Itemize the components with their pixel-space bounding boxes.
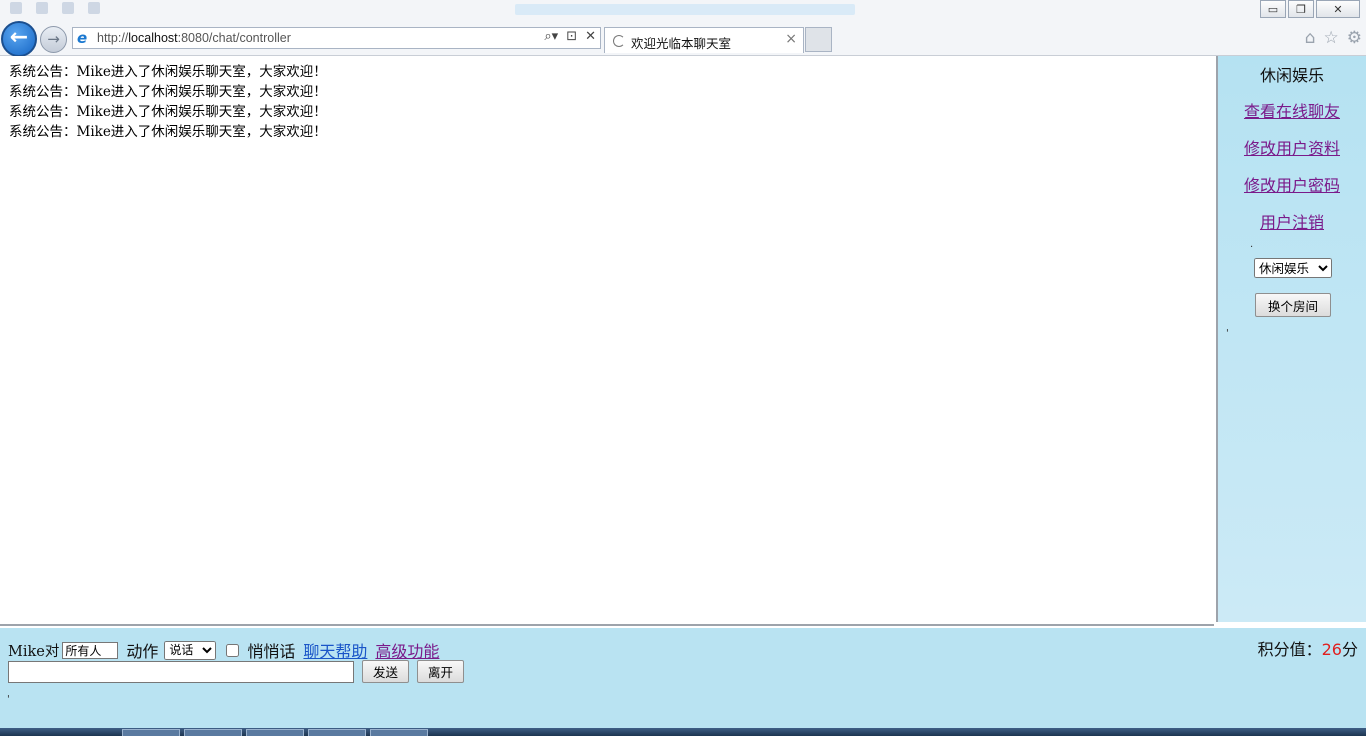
favorites-star-icon[interactable]: ☆ xyxy=(1324,28,1339,48)
taskbar-item[interactable] xyxy=(370,729,428,736)
taskbar xyxy=(0,728,1366,736)
close-window-button[interactable]: ✕ xyxy=(1316,0,1360,18)
change-password-link[interactable]: 修改用户密码 xyxy=(1218,172,1366,196)
window-controls: ▭ ❐ ✕ xyxy=(1258,0,1360,18)
redo-icon xyxy=(88,2,100,14)
leave-button[interactable]: 离开 xyxy=(417,660,465,683)
edit-profile-link[interactable]: 修改用户资料 xyxy=(1218,135,1366,159)
whisper-label: 悄悄话 xyxy=(247,642,296,661)
message-line: 系统公告：Mike进入了休闲娱乐聊天室，大家欢迎！ xyxy=(9,124,327,140)
minimize-button[interactable]: ▭ xyxy=(1260,0,1286,18)
message-list: 系统公告：Mike进入了休闲娱乐聊天室，大家欢迎！ 系统公告：Mike进入了休闲… xyxy=(0,56,1214,142)
score-unit: 分 xyxy=(1341,640,1358,659)
title-bar xyxy=(0,0,1366,20)
divider-dot: ' xyxy=(7,694,10,705)
score-display: 积分值：26分 xyxy=(1258,636,1358,660)
chat-help-link[interactable]: 聊天帮助 xyxy=(303,638,367,662)
restore-button[interactable]: ❐ xyxy=(1288,0,1314,18)
action-label: 动作 xyxy=(126,642,159,661)
score-label: 积分值： xyxy=(1257,640,1322,659)
divider-dot: · xyxy=(1250,242,1254,253)
message-line: 系统公告：Mike进入了休闲娱乐聊天室，大家欢迎！ xyxy=(9,104,327,120)
home-icon[interactable]: ⌂ xyxy=(1305,28,1316,48)
quick-access-toolbar xyxy=(10,2,100,14)
app-icon xyxy=(10,2,22,14)
address-host: localhost xyxy=(128,31,178,45)
target-user-input[interactable] xyxy=(62,641,119,659)
window-title-ghost xyxy=(515,4,855,15)
send-row: 发送 离开 xyxy=(8,660,465,683)
arrow-right-icon: → xyxy=(47,30,60,48)
save-icon xyxy=(36,2,48,14)
browser-chrome: ▭ ❐ ✕ ← → e http://localhost:8080/chat/c… xyxy=(0,0,1366,57)
undo-icon xyxy=(62,2,74,14)
logout-link[interactable]: 用户注销 xyxy=(1218,209,1366,233)
whisper-checkbox[interactable] xyxy=(226,643,240,657)
tab-title: 欢迎光临本聊天室 xyxy=(631,37,732,51)
taskbar-item[interactable] xyxy=(246,729,304,736)
tab-chatroom[interactable]: 欢迎光临本聊天室 × xyxy=(604,27,804,53)
sidebar: 休闲娱乐 查看在线聊友 修改用户资料 修改用户密码 用户注销 · 休闲娱乐 换个… xyxy=(1216,56,1366,622)
stop-icon[interactable]: ✕ xyxy=(585,29,596,44)
send-button[interactable]: 发送 xyxy=(362,660,410,683)
input-bar: Mike对 动作 说话 悄悄话 聊天帮助 高级功能 积分值：26分 发送 离开 … xyxy=(0,628,1366,728)
gear-icon[interactable]: ⚙ xyxy=(1347,28,1362,48)
browser-tools: ⌂ ☆ ⚙ xyxy=(1305,28,1362,48)
back-button[interactable]: ← xyxy=(1,21,37,57)
change-room-button[interactable]: 换个房间 xyxy=(1255,293,1331,317)
score-value: 26 xyxy=(1321,640,1342,659)
advanced-features-link[interactable]: 高级功能 xyxy=(375,638,439,662)
message-options: Mike对 动作 说话 悄悄话 聊天帮助 高级功能 xyxy=(8,638,439,662)
message-area: 系统公告：Mike进入了休闲娱乐聊天室，大家欢迎！ 系统公告：Mike进入了休闲… xyxy=(0,56,1214,626)
message-line: 系统公告：Mike进入了休闲娱乐聊天室，大家欢迎！ xyxy=(9,84,327,100)
room-name: 休闲娱乐 xyxy=(1259,66,1324,85)
search-icon[interactable]: ⌕▾ xyxy=(544,29,558,44)
arrow-left-icon: ← xyxy=(9,25,29,50)
taskbar-item[interactable] xyxy=(308,729,366,736)
message-input[interactable] xyxy=(8,660,354,683)
taskbar-item[interactable] xyxy=(122,729,180,736)
divider-dot: ' xyxy=(1226,328,1229,339)
compatibility-icon[interactable]: ⊡ xyxy=(566,29,577,44)
user-prefix: Mike对 xyxy=(8,643,60,660)
loading-icon xyxy=(613,35,625,47)
new-tab-button[interactable] xyxy=(805,27,832,52)
taskbar-item[interactable] xyxy=(184,729,242,736)
address-bar[interactable]: e http://localhost:8080/chat/controller … xyxy=(72,27,601,49)
address-url[interactable]: http://localhost:8080/chat/controller xyxy=(97,31,291,45)
view-online-friends-link[interactable]: 查看在线聊友 xyxy=(1218,98,1366,122)
message-line: 系统公告：Mike进入了休闲娱乐聊天室，大家欢迎！ xyxy=(9,64,327,80)
ie-logo-icon: e xyxy=(77,29,88,47)
room-select[interactable]: 休闲娱乐 xyxy=(1254,258,1332,278)
action-select[interactable]: 说话 xyxy=(164,640,217,660)
tab-close-icon[interactable]: × xyxy=(785,31,797,47)
forward-button[interactable]: → xyxy=(40,26,67,53)
address-tools: ⌕▾ ⊡ ✕ xyxy=(544,29,596,44)
